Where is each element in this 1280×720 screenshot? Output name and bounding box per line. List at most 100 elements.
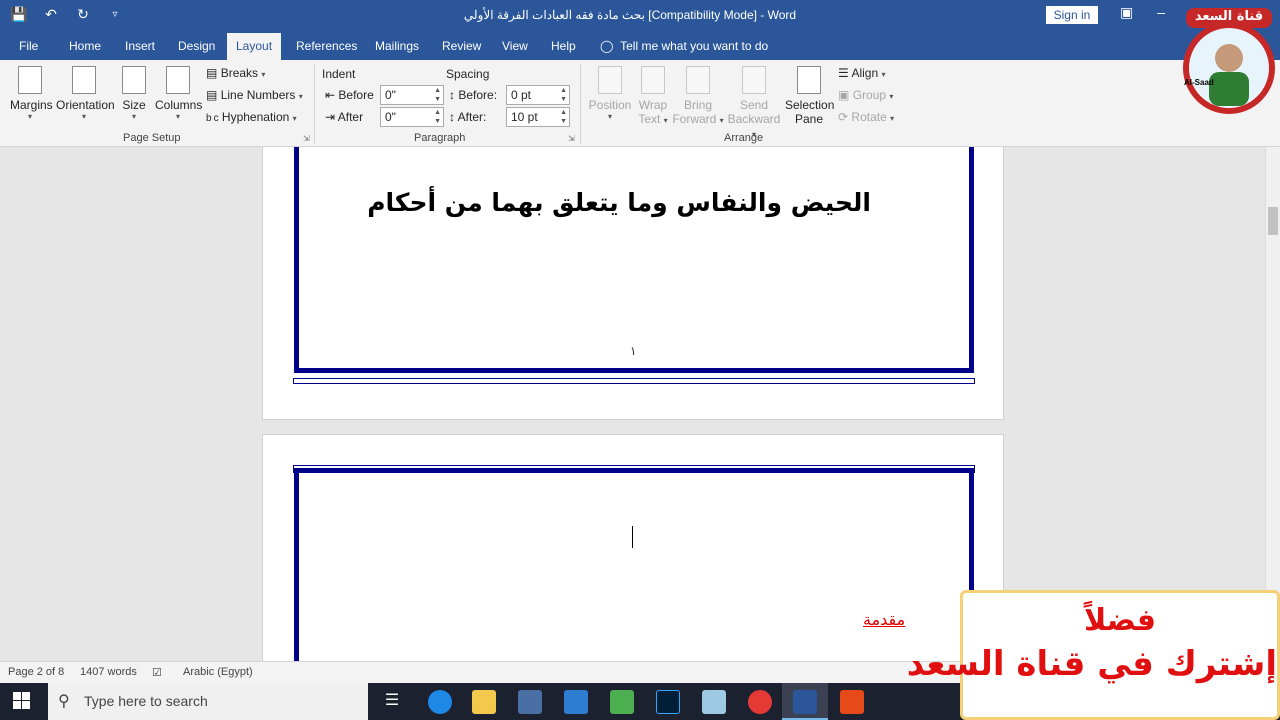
word-count[interactable]: 1407 words xyxy=(80,666,137,678)
group-icon: ▣ xyxy=(838,88,850,102)
wrap-text-button[interactable]: Wrap Text ▾ xyxy=(636,66,670,126)
rotate-button[interactable]: ⟳ Rotate ▾ xyxy=(838,110,894,124)
position-dropdown-icon: ▾ xyxy=(607,112,612,121)
breaks-button[interactable]: ▤ Breaks ▾ xyxy=(206,66,265,80)
tab-insert[interactable]: Insert xyxy=(125,39,155,53)
sign-in-button[interactable]: Sign in xyxy=(1046,6,1098,24)
file-explorer-icon[interactable] xyxy=(472,690,496,714)
chrome-icon[interactable] xyxy=(748,690,772,714)
position-button[interactable]: Position ▾ xyxy=(588,66,632,121)
spacing-before-icon: ↕ xyxy=(449,88,455,102)
document-area[interactable]: الحيض والنفاس وما يتعلق بهما من أحكام ١ … xyxy=(0,147,1280,661)
ribbon: Margins ▾ Orientation ▾ Size ▾ Columns ▾… xyxy=(0,60,1280,147)
paragraph-launcher-icon[interactable]: ⇲ xyxy=(568,134,575,143)
vertical-scrollbar[interactable] xyxy=(1265,147,1280,661)
redo-icon[interactable]: ↻ xyxy=(74,6,92,23)
size-button[interactable]: Size ▾ xyxy=(121,66,147,121)
tab-home[interactable]: Home xyxy=(69,39,101,53)
page2-subheading: مقدمة xyxy=(863,610,906,629)
overlay-line-2: إشترك في قناة السعد xyxy=(906,644,1277,684)
send-backward-button[interactable]: Send Backward ▾ xyxy=(724,66,784,140)
indent-after-input[interactable]: 0" ▲ ▼ xyxy=(380,107,444,127)
spinner-icon[interactable]: ▲ ▼ xyxy=(434,86,441,104)
tab-view[interactable]: View xyxy=(502,39,528,53)
position-icon xyxy=(598,66,622,94)
page-setup-group-label: Page Setup xyxy=(123,132,181,144)
spacing-after-input[interactable]: 10 pt ▲ ▼ xyxy=(506,107,570,127)
store-icon[interactable] xyxy=(518,690,542,714)
columns-button[interactable]: Columns ▾ xyxy=(155,66,203,121)
page-border xyxy=(294,468,974,661)
photoshop-icon[interactable] xyxy=(656,690,680,714)
hyphenation-dropdown-icon: ▾ xyxy=(292,114,297,123)
language-indicator[interactable]: Arabic (Egypt) xyxy=(183,666,253,678)
hyphenation-button[interactable]: b c Hyphenation ▾ xyxy=(206,110,297,124)
tab-layout[interactable]: Layout xyxy=(227,33,282,60)
group-button[interactable]: ▣ Group ▾ xyxy=(838,88,893,102)
undo-icon[interactable]: ↶ xyxy=(42,6,60,23)
page-count[interactable]: Page 2 of 8 xyxy=(8,666,64,678)
page-setup-launcher-icon[interactable]: ⇲ xyxy=(303,134,310,143)
hyphenation-icon: b c xyxy=(206,113,219,124)
ribbon-tabs: File Home Insert Design Layout Reference… xyxy=(0,31,1280,60)
spacing-after-icon: ↕ xyxy=(449,110,455,124)
line-numbers-icon: ▤ xyxy=(206,88,218,102)
edge-icon[interactable] xyxy=(428,690,452,714)
indent-before-input[interactable]: 0" ▲ ▼ xyxy=(380,85,444,105)
lightbulb-icon: ◯ xyxy=(600,39,614,53)
tab-file[interactable]: File xyxy=(19,39,38,53)
task-view-icon[interactable]: ☰ xyxy=(380,690,404,714)
tab-mailings[interactable]: Mailings xyxy=(375,39,419,53)
selection-pane-button[interactable]: Selection Pane xyxy=(785,66,834,126)
ribbon-separator xyxy=(580,64,581,144)
proofing-icon[interactable]: ☑ xyxy=(152,666,162,679)
text-cursor xyxy=(632,526,633,548)
tab-help[interactable]: Help xyxy=(551,39,576,53)
spacing-before-input[interactable]: 0 pt ▲ ▼ xyxy=(506,85,570,105)
margins-button[interactable]: Margins ▾ xyxy=(10,66,53,121)
word-taskbar-button[interactable] xyxy=(782,683,828,720)
spinner-icon[interactable]: ▲ ▼ xyxy=(560,108,567,126)
rotate-icon: ⟳ xyxy=(838,110,849,124)
customize-qat-icon[interactable]: ▿ xyxy=(106,9,124,20)
align-dropdown-icon: ▾ xyxy=(881,70,886,79)
page-border xyxy=(294,147,974,373)
bring-forward-button[interactable]: Bring Forward ▾ xyxy=(672,66,724,126)
channel-logo: قناة السعد Al-Saad xyxy=(1180,6,1278,118)
page-2[interactable]: مقدمة xyxy=(262,434,1004,661)
camtasia-icon[interactable] xyxy=(610,690,634,714)
spinner-icon[interactable]: ▲ ▼ xyxy=(434,108,441,126)
bring-forward-icon xyxy=(686,66,710,94)
taskbar-search[interactable]: ⚲ Type here to search xyxy=(48,683,368,720)
scrollbar-thumb[interactable] xyxy=(1268,207,1278,235)
mail-icon[interactable] xyxy=(564,690,588,714)
border-bottom-line xyxy=(293,378,975,384)
rotate-label: Rotate xyxy=(851,110,887,124)
tab-review[interactable]: Review xyxy=(442,39,481,53)
save-icon[interactable]: 💾 xyxy=(10,6,28,23)
page-1[interactable]: الحيض والنفاس وما يتعلق بهما من أحكام ١ xyxy=(262,147,1004,420)
windows-start-icon[interactable] xyxy=(13,692,31,710)
tell-me-search[interactable]: ◯ Tell me what you want to do xyxy=(600,39,768,53)
line-numbers-dropdown-icon: ▾ xyxy=(298,92,303,101)
tell-me-label: Tell me what you want to do xyxy=(620,39,769,53)
app-icon[interactable] xyxy=(702,690,726,714)
indent-left-icon: ⇤ xyxy=(325,88,336,102)
selection-pane-label-2: Pane xyxy=(794,112,824,126)
recorder-icon[interactable] xyxy=(840,690,864,714)
bring-forward-label-2: Forward ▾ xyxy=(672,112,724,126)
columns-label: Columns xyxy=(155,98,203,112)
tab-references[interactable]: References xyxy=(296,39,357,53)
title-bar: 💾 ↶ ↻ ▿ بحث مادة فقه العبادات الفرقة الأ… xyxy=(0,0,1280,31)
logo-text: قناة السعد xyxy=(1194,9,1264,24)
minimize-icon[interactable]: – xyxy=(1157,4,1165,21)
orientation-label: Orientation xyxy=(56,98,115,112)
margins-icon xyxy=(18,66,42,94)
line-numbers-button[interactable]: ▤ Line Numbers ▾ xyxy=(206,88,303,102)
spinner-icon[interactable]: ▲ ▼ xyxy=(560,86,567,104)
ribbon-display-icon[interactable]: ▣ xyxy=(1120,4,1133,21)
orientation-button[interactable]: Orientation ▾ xyxy=(56,66,115,121)
align-button[interactable]: ☰ Align ▾ xyxy=(838,66,885,80)
tab-design[interactable]: Design xyxy=(178,39,215,53)
search-icon: ⚲ xyxy=(58,693,70,710)
